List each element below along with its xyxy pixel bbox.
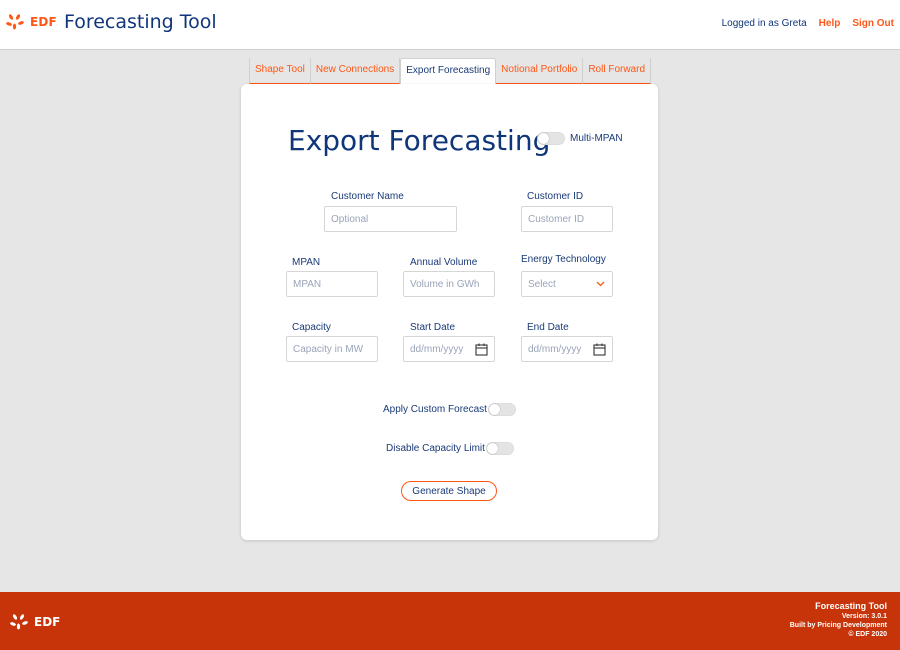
multi-mpan-toggle[interactable]	[537, 132, 565, 145]
form-card: Export Forecasting Multi-MPAN Customer N…	[241, 84, 658, 540]
edf-logo: EDF	[6, 14, 57, 30]
toggle-knob	[487, 443, 498, 454]
toggle-knob	[538, 133, 549, 144]
calendar-icon[interactable]	[593, 343, 606, 356]
apply-custom-forecast-label: Apply Custom Forecast	[383, 404, 487, 415]
energy-technology-value: Select	[528, 279, 556, 290]
annual-volume-label: Annual Volume	[410, 257, 478, 268]
edf-burst-icon	[10, 614, 28, 630]
footer-version: Version: 3.0.1	[841, 613, 887, 620]
sign-out-link[interactable]: Sign Out	[852, 18, 894, 29]
capacity-input[interactable]	[286, 336, 378, 362]
start-date-input[interactable]: dd/mm/yyyy	[403, 336, 495, 362]
app-footer: EDF Forecasting Tool Version: 3.0.1 Buil…	[0, 592, 900, 650]
annual-volume-input[interactable]	[403, 271, 495, 297]
brand[interactable]: EDF Forecasting Tool	[6, 11, 217, 33]
edf-burst-icon	[6, 14, 24, 30]
generate-shape-button[interactable]: Generate Shape	[401, 481, 497, 501]
disable-capacity-limit-label: Disable Capacity Limit	[386, 443, 485, 454]
footer-copyright: © EDF 2020	[848, 631, 887, 638]
footer-app-name: Forecasting Tool	[815, 601, 887, 611]
app-title: Forecasting Tool	[63, 11, 217, 33]
footer-info: Forecasting Tool Version: 3.0.1 Built by…	[790, 600, 887, 639]
header-actions: Logged in as Greta Help Sign Out	[722, 18, 894, 29]
tab-new-connections[interactable]: New Connections	[310, 58, 401, 84]
edf-logo-text: EDF	[30, 15, 57, 29]
logged-in-text: Logged in as Greta	[721, 18, 807, 29]
customer-name-label: Customer Name	[331, 191, 404, 202]
app-header: EDF Forecasting Tool Logged in as Greta …	[0, 0, 900, 50]
disable-capacity-limit-toggle[interactable]	[486, 442, 514, 455]
customer-id-input[interactable]	[521, 206, 613, 232]
end-date-input[interactable]: dd/mm/yyyy	[521, 336, 613, 362]
footer-built-by: Built by Pricing Development	[789, 622, 887, 629]
tab-export-forecasting[interactable]: Export Forecasting	[400, 58, 497, 84]
help-link[interactable]: Help	[819, 18, 841, 29]
end-date-label: End Date	[527, 322, 569, 333]
footer-logo-text: EDF	[34, 615, 61, 629]
footer-logo: EDF	[10, 614, 60, 630]
capacity-label: Capacity	[292, 322, 331, 333]
apply-custom-forecast-toggle[interactable]	[488, 403, 516, 416]
energy-technology-select[interactable]: Select	[521, 271, 613, 297]
multi-mpan-label: Multi-MPAN	[570, 133, 623, 144]
end-date-value: dd/mm/yyyy	[528, 344, 582, 355]
start-date-value: dd/mm/yyyy	[410, 344, 464, 355]
chevron-down-icon	[596, 281, 605, 287]
customer-id-label: Customer ID	[527, 191, 584, 202]
customer-name-input[interactable]	[324, 206, 457, 232]
start-date-label: Start Date	[410, 322, 456, 333]
tab-notional-portfolio[interactable]: Notional Portfolio	[496, 58, 584, 84]
tab-bar: Shape Tool New Connections Export Foreca…	[249, 58, 652, 84]
calendar-icon[interactable]	[475, 343, 488, 356]
energy-technology-label: Energy Technology	[521, 254, 606, 265]
page-title: Export Forecasting	[288, 124, 551, 157]
mpan-label: MPAN	[292, 257, 321, 268]
mpan-input[interactable]	[286, 271, 378, 297]
tab-shape-tool[interactable]: Shape Tool	[249, 58, 311, 84]
tab-roll-forward[interactable]: Roll Forward	[583, 58, 652, 84]
toggle-knob	[489, 404, 500, 415]
